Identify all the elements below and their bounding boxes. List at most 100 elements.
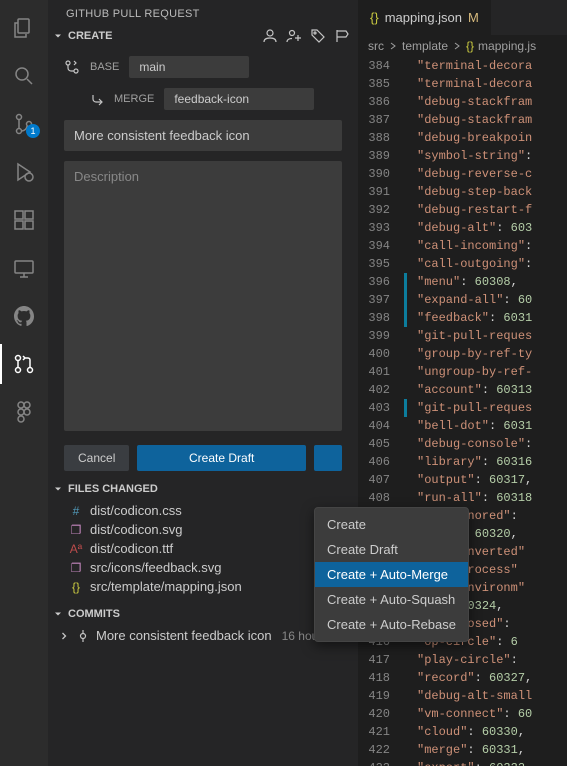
code-line: 417"play-circle": (358, 651, 567, 669)
dropdown-item[interactable]: Create (315, 512, 468, 537)
milestone-icon[interactable] (334, 28, 350, 44)
activity-bar: 1 (0, 0, 48, 766)
panel-title: GITHUB PULL REQUEST (48, 0, 358, 24)
section-commits-header[interactable]: COMMITS (48, 604, 358, 624)
person-icon[interactable] (262, 28, 278, 44)
compare-icon (64, 59, 80, 75)
sidebar: GITHUB PULL REQUEST CREATE BASE main MER… (48, 0, 358, 766)
code-line: 392"debug-restart-f (358, 201, 567, 219)
chevron-down-icon (52, 30, 64, 42)
code-line: 421"cloud": 60330, (358, 723, 567, 741)
code-line: 384"terminal-decora (358, 57, 567, 75)
files-icon (12, 16, 36, 40)
activity-run-debug[interactable] (0, 152, 48, 192)
code-line: 408"run-all": 60318 (358, 489, 567, 507)
run-debug-icon (12, 160, 36, 184)
add-reviewer-icon[interactable] (286, 28, 302, 44)
dropdown-item[interactable]: Create + Auto-Squash (315, 587, 468, 612)
code-line: 422"merge": 60331, (358, 741, 567, 759)
file-row[interactable]: #dist/codicon.css (48, 501, 358, 520)
figma-icon (12, 400, 36, 424)
section-files-label: FILES CHANGED (68, 483, 158, 495)
commit-message: More consistent feedback icon (96, 628, 272, 643)
code-line: 403"git-pull-reques (358, 399, 567, 417)
code-line: 419"debug-alt-small (358, 687, 567, 705)
git-commit-icon (76, 629, 90, 643)
code-line: 405"debug-console": (358, 435, 567, 453)
activity-source-control[interactable]: 1 (0, 104, 48, 144)
base-branch-value[interactable]: main (129, 56, 249, 78)
file-type-icon: {} (68, 580, 84, 594)
chevron-right-icon (58, 630, 70, 642)
merge-label: MERGE (114, 93, 154, 105)
code-line: 394"call-incoming": (358, 237, 567, 255)
activity-figma[interactable] (0, 392, 48, 432)
tag-icon[interactable] (310, 28, 326, 44)
commit-row[interactable]: More consistent feedback icon16 hou… (48, 624, 358, 647)
activity-pull-requests[interactable] (0, 344, 48, 384)
file-row[interactable]: ❐dist/codicon.svg (48, 520, 358, 539)
file-path: src/template/mapping.json (90, 579, 242, 594)
merge-branch-value[interactable]: feedback-icon (164, 88, 314, 110)
code-line: 397"expand-all": 60 (358, 291, 567, 309)
file-row[interactable]: ❐ src/icons/feedback.svg (48, 558, 358, 577)
github-icon (12, 304, 36, 328)
editor-tabs: {} mapping.json M (358, 0, 567, 35)
section-create-label: CREATE (68, 30, 112, 42)
code-line: 389"symbol-string": (358, 147, 567, 165)
code-line: 387"debug-stackfram (358, 111, 567, 129)
breadcrumb[interactable]: src template {} mapping.js (358, 35, 567, 57)
code-line: 399"git-pull-reques (358, 327, 567, 345)
code-area[interactable]: 384"terminal-decora385"terminal-decora38… (358, 57, 567, 766)
dropdown-item[interactable]: Create Draft (315, 537, 468, 562)
code-line: 398"feedback": 6031 (358, 309, 567, 327)
section-create-header[interactable]: CREATE (48, 24, 358, 48)
dropdown-item[interactable]: Create + Auto-Rebase (315, 612, 468, 637)
file-type-icon: ❐ (68, 523, 84, 537)
cancel-button[interactable]: Cancel (64, 445, 129, 471)
code-line: 395"call-outgoing": (358, 255, 567, 273)
code-line: 420"vm-connect": 60 (358, 705, 567, 723)
file-path: src/icons/feedback.svg (90, 560, 222, 575)
create-dropdown-menu: CreateCreate DraftCreate + Auto-MergeCre… (314, 507, 469, 642)
create-split-button[interactable] (314, 445, 342, 471)
code-line: 388"debug-breakpoin (358, 129, 567, 147)
scm-badge: 1 (26, 124, 40, 138)
code-line: 407"output": 60317, (358, 471, 567, 489)
dropdown-item[interactable]: Create + Auto-Merge (315, 562, 468, 587)
section-files-header[interactable]: FILES CHANGED (48, 479, 358, 499)
commits-list: More consistent feedback icon16 hou… (48, 624, 358, 647)
chevron-down-icon (52, 483, 64, 495)
code-line: 402"account": 60313 (358, 381, 567, 399)
activity-search[interactable] (0, 56, 48, 96)
arrow-icon (90, 92, 104, 106)
tab-modified-badge: M (468, 10, 479, 25)
file-row[interactable]: {}src/template/mapping.jsonM (48, 577, 358, 596)
code-line: 393"debug-alt": 603 (358, 219, 567, 237)
activity-explorer[interactable] (0, 8, 48, 48)
file-type-icon: ❐ (68, 561, 84, 575)
tab-filename: mapping.json (385, 10, 462, 25)
git-pr-icon (12, 352, 36, 376)
file-path: dist/codicon.ttf (90, 541, 173, 556)
remote-icon (12, 256, 36, 280)
tab-mapping-json[interactable]: {} mapping.json M (358, 0, 492, 35)
files-changed-list: #dist/codicon.css❐dist/codicon.svgAªdist… (48, 499, 358, 598)
pr-description-input[interactable] (64, 161, 342, 431)
activity-github[interactable] (0, 296, 48, 336)
extensions-icon (12, 208, 36, 232)
code-line: 401"ungroup-by-ref- (358, 363, 567, 381)
activity-extensions[interactable] (0, 200, 48, 240)
file-path: dist/codicon.css (90, 503, 182, 518)
create-draft-button[interactable]: Create Draft (137, 445, 306, 471)
file-type-icon: Aª (68, 542, 84, 556)
code-line: 391"debug-step-back (358, 183, 567, 201)
json-icon: {} (466, 39, 474, 53)
code-line: 418"record": 60327, (358, 669, 567, 687)
chevron-down-icon (52, 608, 64, 620)
activity-remote[interactable] (0, 248, 48, 288)
file-row[interactable]: Aª dist/codicon.ttf (48, 539, 358, 558)
pr-title-input[interactable] (64, 120, 342, 151)
search-icon (12, 64, 36, 88)
section-commits-label: COMMITS (68, 608, 120, 620)
